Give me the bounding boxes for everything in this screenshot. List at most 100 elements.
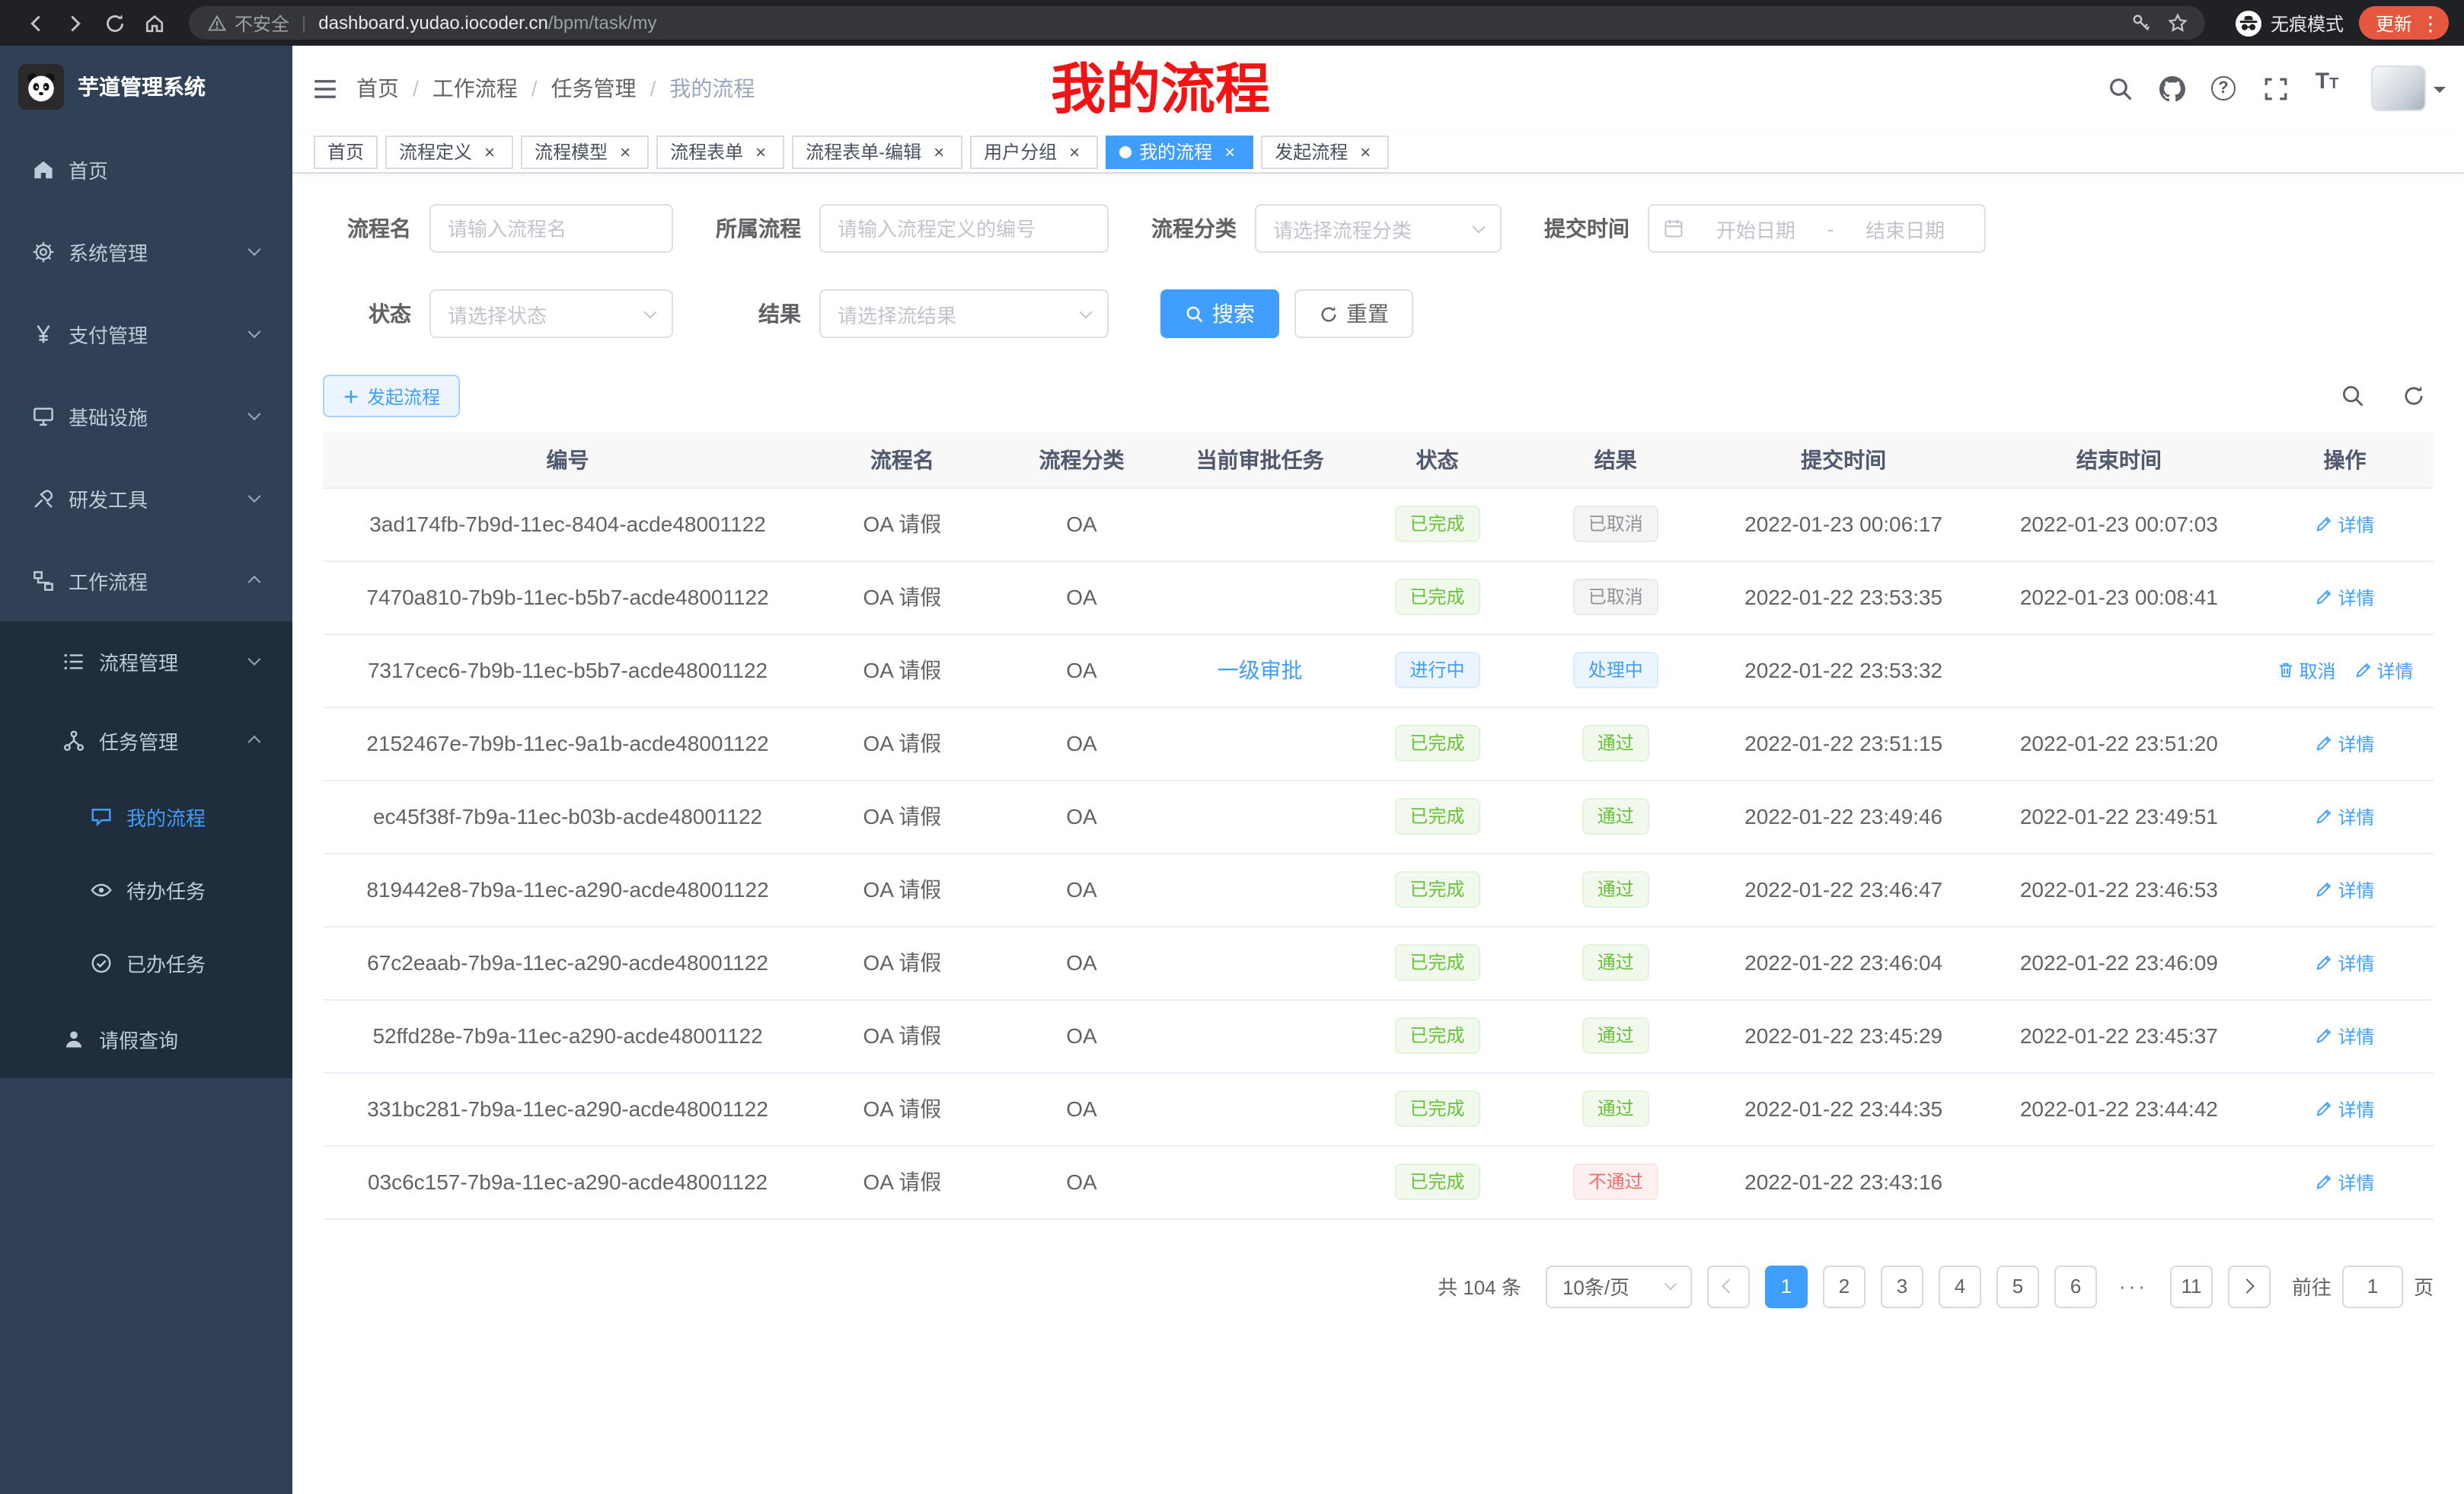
tab-close-icon[interactable]: × <box>1220 142 1240 161</box>
sidebar-item-payment[interactable]: 支付管理 <box>0 292 292 375</box>
sidebar-item-todo-tasks[interactable]: 待办任务 <box>0 853 292 926</box>
sidebar-item-workflow[interactable]: 工作流程 <box>0 539 292 621</box>
sidebar-item-system[interactable]: 系统管理 <box>0 210 292 292</box>
browser-forward-icon[interactable] <box>55 3 94 43</box>
detail-link[interactable]: 详情 <box>2316 512 2375 538</box>
page-button-4[interactable]: 4 <box>1939 1265 1981 1307</box>
sidebar-toggle-icon[interactable] <box>292 46 356 131</box>
detail-link[interactable]: 详情 <box>2316 877 2375 903</box>
detail-link[interactable]: 详情 <box>2316 1097 2375 1122</box>
cancel-link[interactable]: 取消 <box>2276 658 2335 684</box>
end-time-cell: 2022-01-22 23:46:09 <box>1982 926 2256 999</box>
chevron-down-icon <box>248 243 261 256</box>
app-logo[interactable]: 芋道管理系统 <box>0 46 292 128</box>
page-button-2[interactable]: 2 <box>1823 1265 1866 1307</box>
breadcrumb-item[interactable]: 任务管理 <box>551 73 637 104</box>
help-icon[interactable]: ? <box>2204 69 2243 108</box>
process-def-field: 所属流程 <box>710 204 1109 253</box>
search-toggle-icon[interactable] <box>2333 376 2373 416</box>
tab-close-icon[interactable]: × <box>751 142 771 161</box>
name-cell: OA 请假 <box>812 634 992 707</box>
detail-link[interactable]: 详情 <box>2354 658 2414 684</box>
result-cell: 处理中 <box>1526 634 1706 707</box>
browser-reload-icon[interactable] <box>94 3 134 43</box>
detail-link[interactable]: 详情 <box>2316 1170 2375 1196</box>
process-name-input[interactable] <box>429 204 673 253</box>
page-button-5[interactable]: 5 <box>1996 1265 2039 1307</box>
sidebar-item-process-management[interactable]: 流程管理 <box>0 621 292 701</box>
sidebar-item-home[interactable]: 首页 <box>0 128 292 210</box>
omnibox-separator: | <box>302 12 306 34</box>
sidebar-item-leave-query[interactable]: 请假查询 <box>0 999 292 1078</box>
browser-back-icon[interactable] <box>15 3 55 43</box>
submit-time-cell: 2022-01-22 23:43:16 <box>1706 1145 1982 1218</box>
tab-process-form[interactable]: 流程表单× <box>656 135 784 168</box>
sidebar-item-done-tasks[interactable]: 已办任务 <box>0 926 292 999</box>
tab-close-icon[interactable]: × <box>615 142 635 161</box>
browser-menu-icon[interactable]: ⋮ <box>2420 13 2441 33</box>
result-select[interactable]: 请选择流结果 <box>819 289 1109 338</box>
browser-update-button[interactable]: 更新 ⋮ <box>2359 6 2449 40</box>
font-size-icon[interactable]: TT <box>2307 69 2347 108</box>
tab-label: 我的流程 <box>1139 139 1212 164</box>
detail-link[interactable]: 详情 <box>2316 585 2375 611</box>
page-size-select[interactable]: 10条/页 <box>1546 1265 1692 1307</box>
process-def-input[interactable] <box>819 204 1109 253</box>
password-key-icon[interactable] <box>2123 6 2159 40</box>
header-search-icon[interactable] <box>2100 69 2140 108</box>
sidebar-item-my-process[interactable]: 我的流程 <box>0 780 292 853</box>
avatar[interactable] <box>2371 65 2426 111</box>
actions-cell: 详情 <box>2256 1145 2434 1218</box>
warning-icon <box>207 13 227 33</box>
page-button-11[interactable]: 11 <box>2170 1265 2213 1307</box>
tab-close-icon[interactable]: × <box>1064 142 1084 161</box>
not-secure-indicator[interactable]: 不安全 <box>207 10 289 36</box>
detail-link[interactable]: 详情 <box>2316 950 2375 976</box>
detail-link[interactable]: 详情 <box>2316 804 2375 830</box>
tab-close-icon[interactable]: × <box>929 142 949 161</box>
page-button-1[interactable]: 1 <box>1765 1265 1808 1307</box>
create-process-button[interactable]: 发起流程 <box>323 375 460 417</box>
github-icon[interactable] <box>2152 69 2191 108</box>
tab-process-definition[interactable]: 流程定义× <box>385 135 513 168</box>
user-menu[interactable] <box>2371 65 2446 111</box>
prev-page-button[interactable] <box>1707 1265 1750 1307</box>
bookmark-star-icon[interactable] <box>2159 6 2196 40</box>
table-row: 67c2eaab-7b9a-11ec-a290-acde48001122OA 请… <box>323 926 2434 999</box>
tab-process-form-edit[interactable]: 流程表单-编辑× <box>792 135 962 168</box>
address-bar[interactable]: 不安全 | dashboard.yudao.iocoder.cn/bpm/tas… <box>189 6 2205 40</box>
page-button-3[interactable]: 3 <box>1881 1265 1923 1307</box>
browser-home-icon[interactable] <box>134 3 174 43</box>
current-task-link[interactable]: 一级审批 <box>1218 658 1303 682</box>
tab-my-process[interactable]: 我的流程 × <box>1106 135 1253 168</box>
reset-button[interactable]: 重置 <box>1294 289 1413 338</box>
pagination-ellipsis[interactable]: ··· <box>2112 1275 2155 1298</box>
category-select[interactable]: 请选择流程分类 <box>1255 204 1502 253</box>
breadcrumb-item[interactable]: 首页 <box>356 73 399 104</box>
result-cell: 不通过 <box>1526 1145 1706 1218</box>
tab-home[interactable]: 首页 <box>314 135 378 168</box>
sidebar-item-devtools[interactable]: 研发工具 <box>0 457 292 539</box>
submit-time-range-picker[interactable]: 开始日期 - 结束日期 <box>1648 204 1986 253</box>
tab-label: 发起流程 <box>1275 139 1348 164</box>
tab-close-icon[interactable]: × <box>480 142 500 161</box>
status-tag: 已完成 <box>1395 725 1480 761</box>
tab-process-model[interactable]: 流程模型× <box>521 135 649 168</box>
page-button-6[interactable]: 6 <box>2054 1265 2097 1307</box>
sidebar-item-infrastructure[interactable]: 基础设施 <box>0 375 292 457</box>
tab-start-process[interactable]: 发起流程 × <box>1261 135 1389 168</box>
tab-user-group[interactable]: 用户分组× <box>970 135 1098 168</box>
sidebar-item-task-management[interactable]: 任务管理 <box>0 701 292 780</box>
detail-link[interactable]: 详情 <box>2316 731 2375 757</box>
table-row: 7470a810-7b9b-11ec-b5b7-acde48001122OA 请… <box>323 560 2434 634</box>
detail-link[interactable]: 详情 <box>2316 1023 2375 1049</box>
page-jump-input[interactable] <box>2342 1265 2403 1307</box>
next-page-button[interactable] <box>2228 1265 2271 1307</box>
tab-close-icon[interactable]: × <box>1355 142 1375 161</box>
breadcrumb-item[interactable]: 工作流程 <box>432 73 518 104</box>
table-refresh-icon[interactable] <box>2394 376 2434 416</box>
status-select[interactable]: 请选择状态 <box>429 289 673 338</box>
table-row: 331bc281-7b9a-11ec-a290-acde48001122OA 请… <box>323 1072 2434 1145</box>
fullscreen-icon[interactable] <box>2255 69 2295 108</box>
search-button[interactable]: 搜索 <box>1160 289 1279 338</box>
